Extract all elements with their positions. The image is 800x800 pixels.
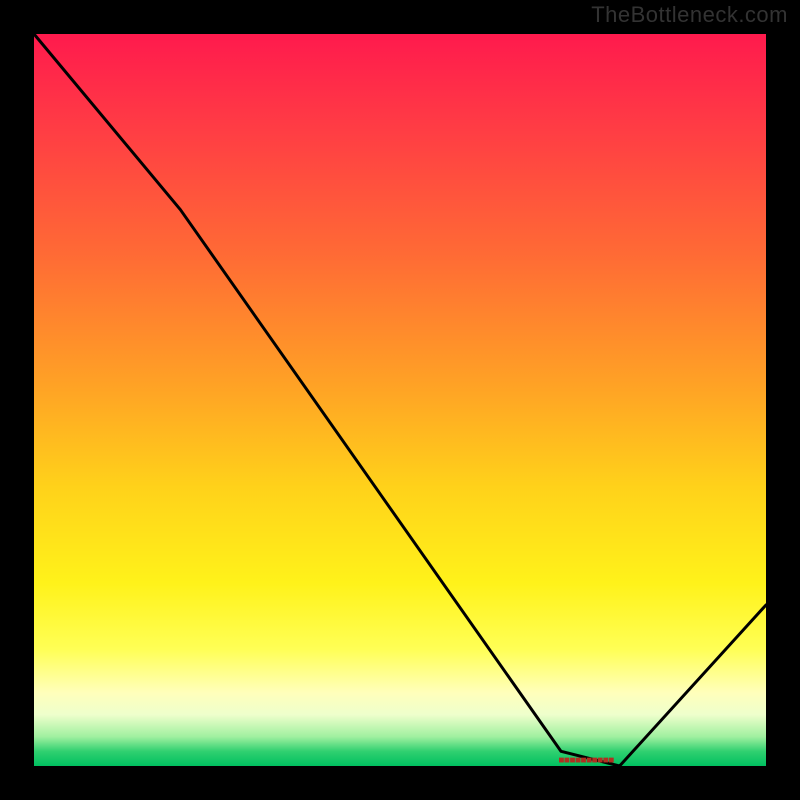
watermark-text: TheBottleneck.com — [591, 2, 788, 28]
minimum-marker-label: ■■■■■■■■■■ — [558, 755, 613, 766]
data-line — [34, 34, 766, 766]
line-plot — [34, 34, 766, 766]
plot-area: ■■■■■■■■■■ — [30, 30, 770, 770]
chart-frame: TheBottleneck.com ■■■■■■■■■■ — [0, 0, 800, 800]
